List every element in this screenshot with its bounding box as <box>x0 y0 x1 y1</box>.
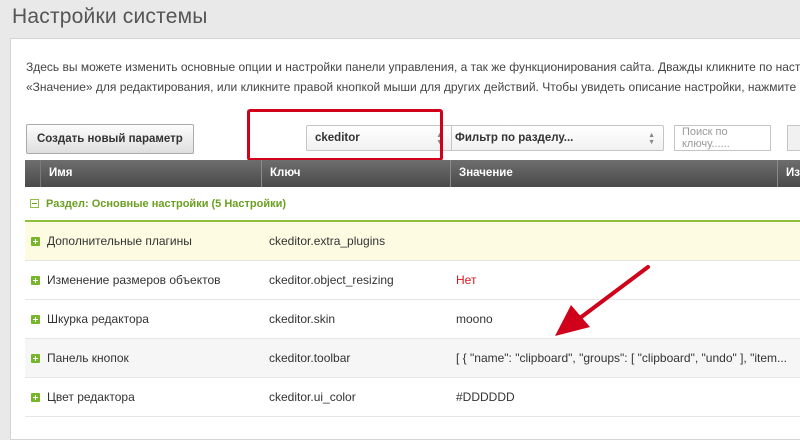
annotation-arrow-icon <box>555 265 650 336</box>
